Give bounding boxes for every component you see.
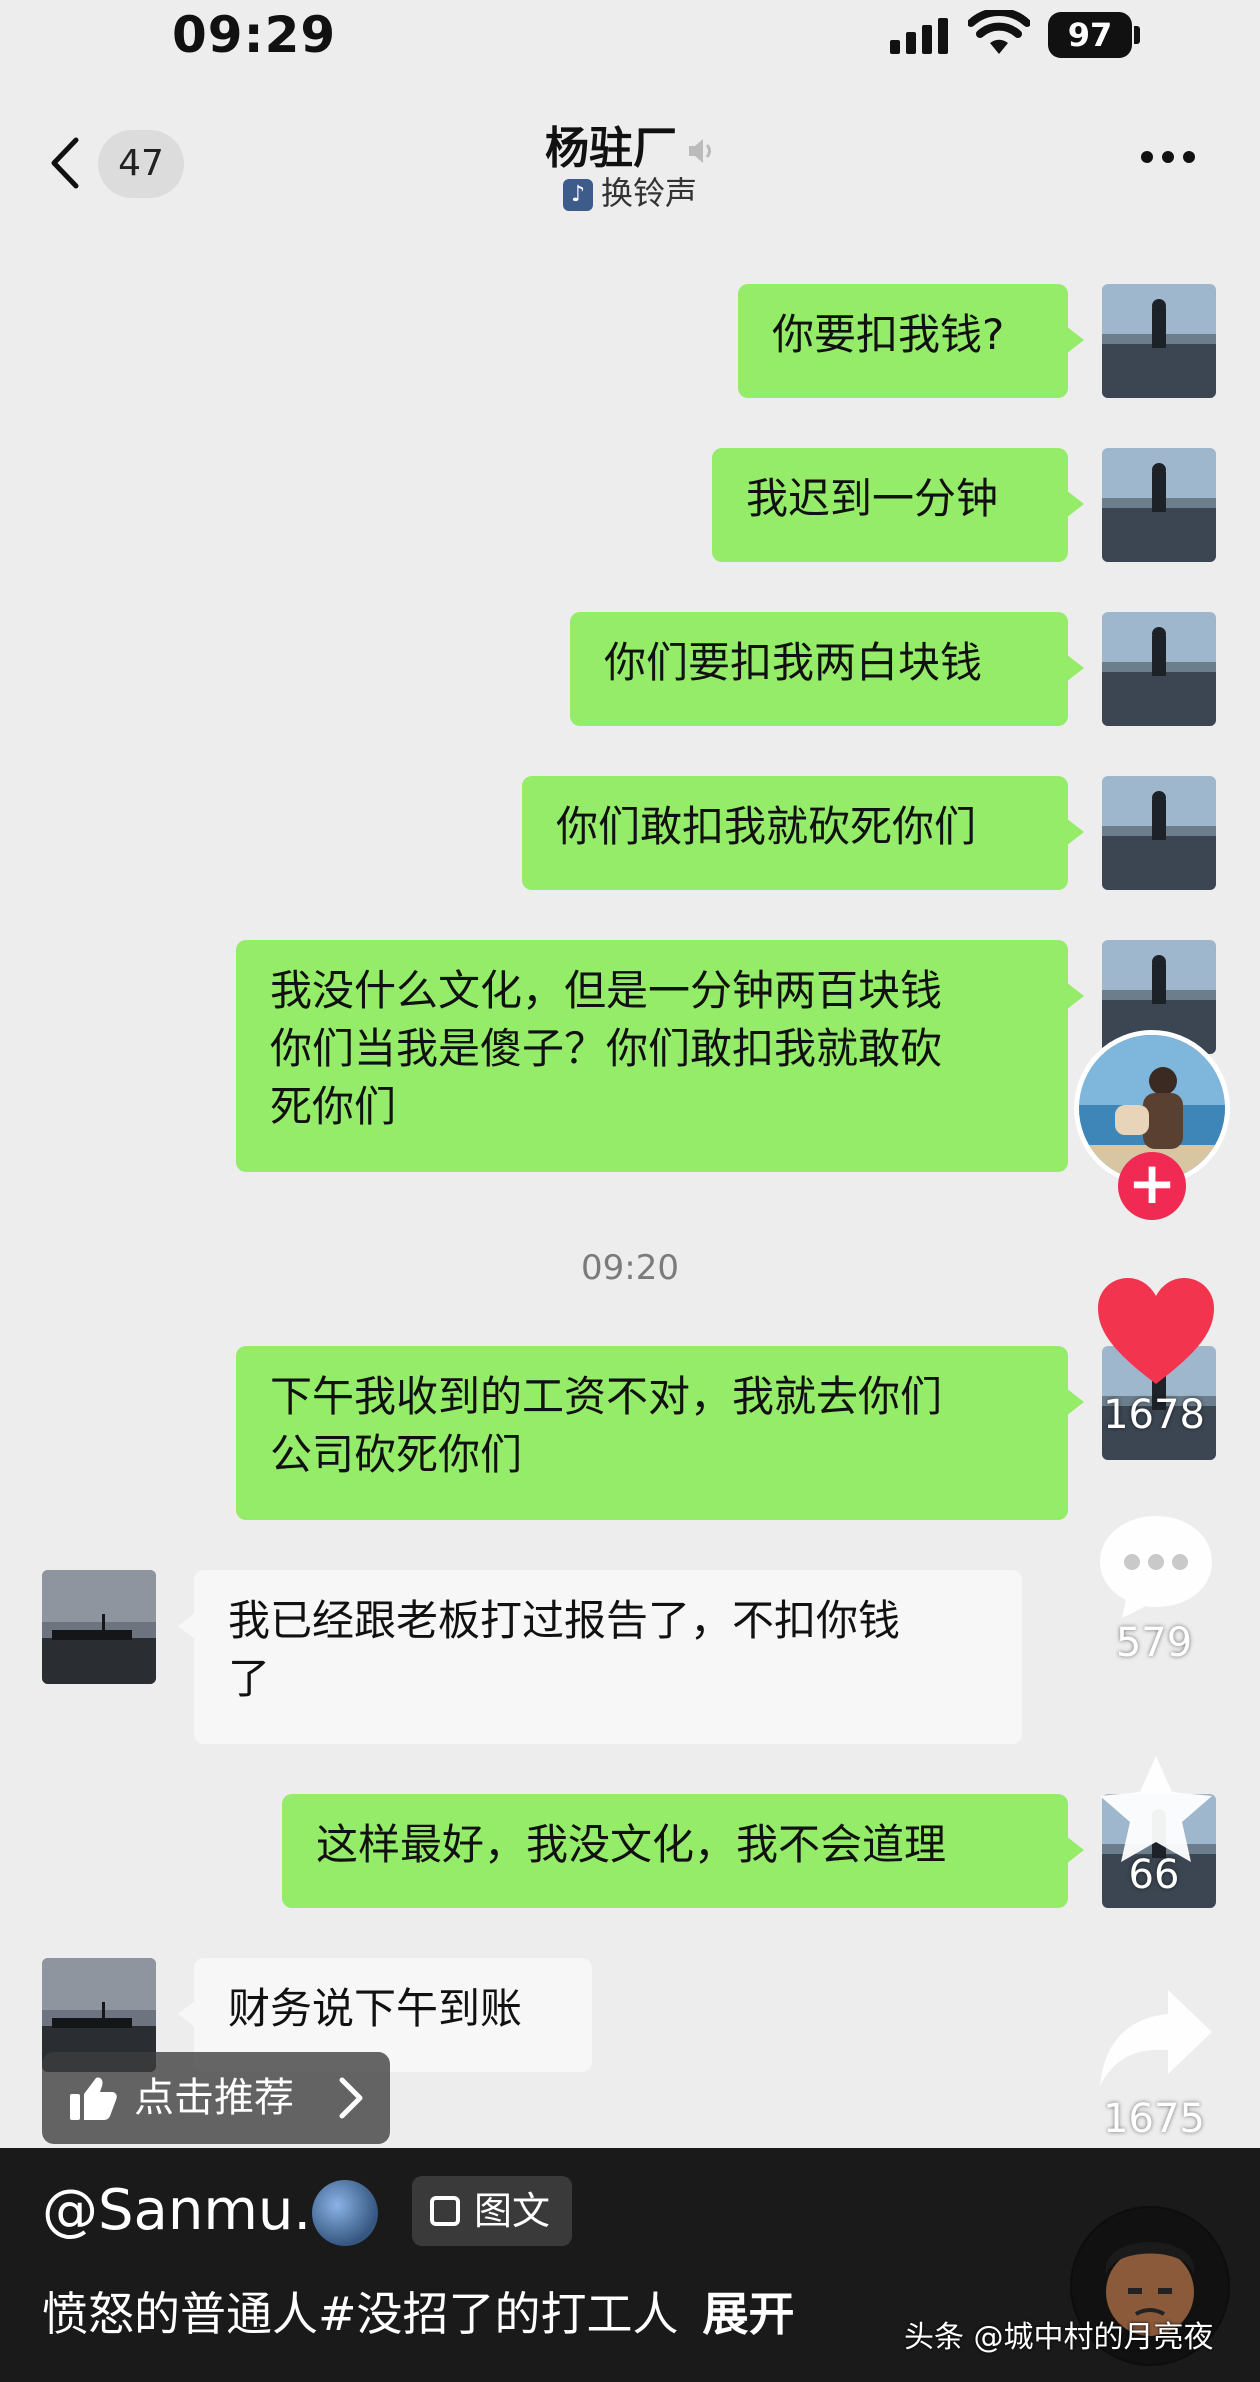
chat-timestamp: 09:20	[581, 1248, 679, 1288]
message-bubble-sent[interactable]: 这样最好，我没文化，我不会道理	[282, 1794, 1084, 1908]
follow-button[interactable]: +	[1118, 1152, 1186, 1220]
chevron-right-icon	[339, 2077, 363, 2119]
contact-name: 杨驻厂	[545, 123, 677, 174]
message-text-line: 你们当我是傻子？你们敢扣我就敢砍	[270, 1024, 943, 1073]
ringtone-row[interactable]: ♪ 换铃声	[0, 168, 1260, 214]
message-text: 财务说下午到账	[228, 1984, 523, 2033]
message-bubble-sent[interactable]: 你要扣我钱?	[738, 284, 1084, 398]
my-avatar[interactable]	[1102, 284, 1216, 398]
creator-username[interactable]: @Sanmu.	[42, 2178, 311, 2243]
battery-tip	[1134, 26, 1140, 44]
message-bubble-sent[interactable]: 我迟到一分钟	[712, 448, 1084, 562]
message-text-line: 公司砍死你们	[270, 1430, 523, 1479]
like-count: 1678	[1103, 1392, 1205, 1438]
speaker-icon	[689, 139, 711, 163]
my-avatar[interactable]	[1102, 612, 1216, 726]
expand-button[interactable]: 展开	[703, 2287, 795, 2341]
message-text: 你要扣我钱?	[772, 310, 1005, 359]
image-text-label: 图文	[474, 2189, 551, 2233]
message-text: 这样最好，我没文化，我不会道理	[316, 1820, 947, 1869]
message-text-line: 死你们	[270, 1082, 397, 1131]
my-avatar[interactable]	[1102, 448, 1216, 562]
share-count: 1675	[1103, 2096, 1205, 2142]
source-watermark: 头条 @城中村的月亮夜	[904, 2320, 1214, 2355]
message-text-line: 下午我收到的工资不对，我就去你们	[270, 1372, 943, 1421]
comment-bubble-icon[interactable]	[1096, 1512, 1216, 1622]
ringtone-label: 换铃声	[600, 174, 697, 212]
message-bubble-sent[interactable]: 你们敢扣我就砍死你们	[522, 776, 1084, 890]
post-caption: 愤怒的普通人#没招了的打工人 展开	[42, 2278, 795, 2344]
image-text-tag[interactable]: 图文	[412, 2176, 572, 2246]
recommend-label: 点击推荐	[134, 2075, 294, 2121]
like-heart-icon[interactable]	[1094, 1276, 1218, 1388]
image-stack-icon	[430, 2196, 460, 2226]
share-arrow-icon[interactable]	[1096, 1986, 1216, 2090]
message-text-line: 我没什么文化，但是一分钟两百块钱	[270, 966, 943, 1015]
message-bubble-sent[interactable]: 下午我收到的工资不对，我就去你们 公司砍死你们	[236, 1346, 1084, 1520]
recommend-button[interactable]: 点击推荐	[42, 2052, 390, 2144]
chat-title: 杨驻厂	[0, 112, 1260, 176]
message-bubble-received[interactable]: 我已经跟老板打过报告了，不扣你钱 了	[178, 1570, 1022, 1744]
caption-text: 愤怒的普通人#没招了的打工人	[42, 2287, 679, 2341]
message-text: 你们敢扣我就砍死你们	[556, 802, 977, 851]
battery-indicator: 97	[1048, 12, 1132, 58]
favorite-count: 66	[1128, 1852, 1180, 1898]
message-text: 我迟到一分钟	[746, 474, 999, 523]
moon-emoji-icon	[312, 2180, 378, 2246]
message-text-line: 了	[228, 1654, 271, 1703]
comment-count: 579	[1115, 1620, 1193, 1666]
status-time: 09:29	[172, 6, 337, 64]
message-text: 你们要扣我两白块钱	[604, 638, 983, 687]
thumbs-up-icon	[70, 2077, 117, 2120]
message-bubble-sent[interactable]: 你们要扣我两白块钱	[570, 612, 1084, 726]
music-note-icon: ♪	[562, 179, 593, 211]
message-bubble-sent[interactable]: 我没什么文化，但是一分钟两百块钱 你们当我是傻子？你们敢扣我就敢砍 死你们	[236, 940, 1084, 1172]
wifi-icon	[968, 10, 1030, 54]
message-text-line: 我已经跟老板打过报告了，不扣你钱	[228, 1596, 901, 1645]
signal-icon	[890, 18, 948, 54]
my-avatar[interactable]	[1102, 776, 1216, 890]
contact-avatar[interactable]	[42, 1570, 156, 1684]
more-options-icon[interactable]	[1140, 150, 1196, 164]
